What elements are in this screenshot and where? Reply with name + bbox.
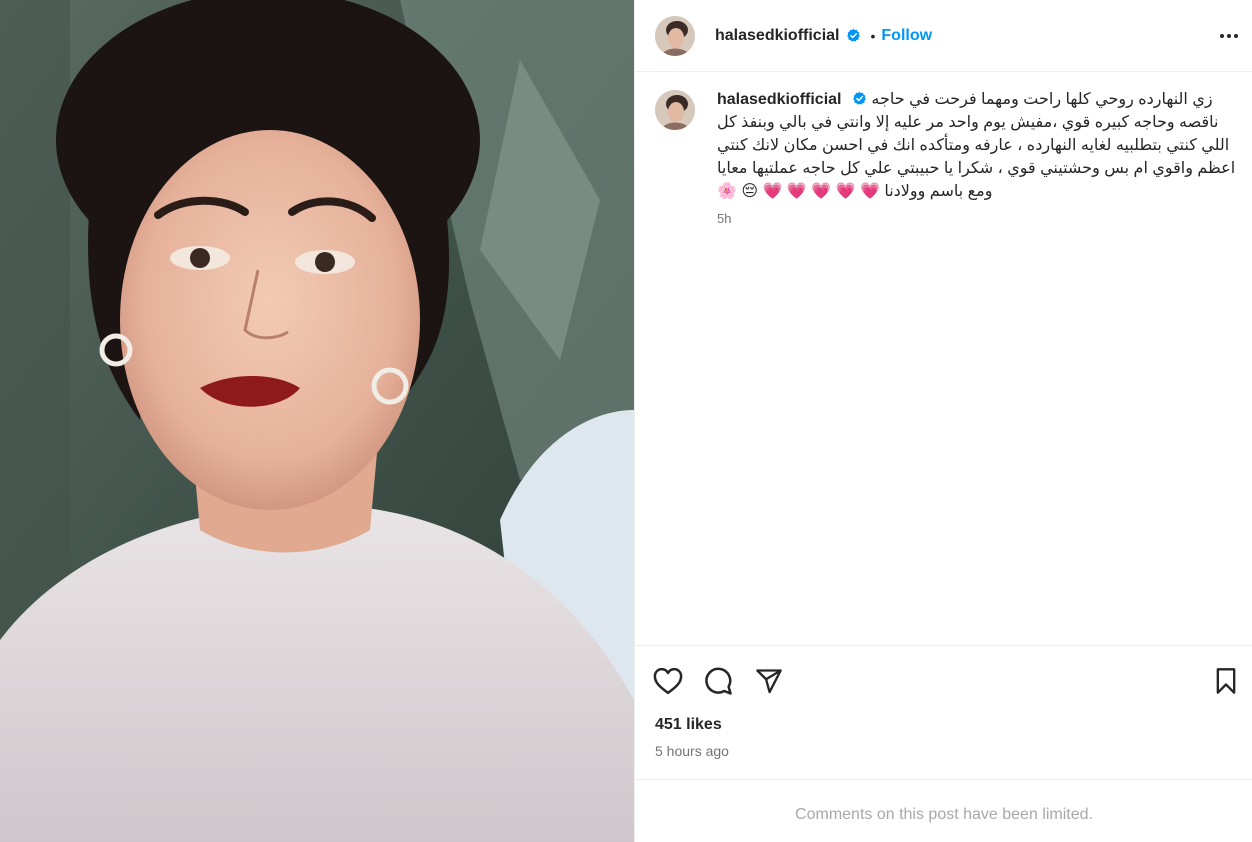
avatar-image: [655, 90, 695, 130]
follow-button[interactable]: Follow: [881, 27, 932, 45]
comments-limited-notice: Comments on this post have been limited.: [795, 806, 1093, 823]
more-options-icon: [1220, 34, 1238, 38]
caption-text: halasedkiofficial زي النهارده روحي كلها …: [717, 88, 1237, 203]
instagram-post: halasedkiofficial • Follow halasedkioffi…: [0, 0, 1252, 842]
avatar[interactable]: [655, 15, 695, 56]
caption-body: halasedkiofficial زي النهارده روحي كلها …: [717, 88, 1237, 226]
verified-badge-icon: [853, 91, 866, 105]
avatar-image: [655, 15, 695, 56]
post-timestamp[interactable]: 5 hours ago: [655, 743, 729, 759]
post-sidebar: halasedkiofficial • Follow halasedkioffi…: [634, 0, 1252, 842]
caption-avatar[interactable]: [655, 90, 695, 130]
actions-section: 451 likes 5 hours ago: [635, 645, 1252, 780]
comment-icon: [705, 667, 732, 695]
heart-icon: [653, 667, 683, 695]
post-header: halasedkiofficial • Follow: [635, 0, 1252, 72]
share-button[interactable]: [752, 664, 786, 698]
separator-dot: •: [870, 27, 876, 44]
likes-count[interactable]: 451 likes: [655, 716, 722, 734]
bookmark-icon: [1216, 668, 1236, 694]
username-link[interactable]: halasedkiofficial: [715, 27, 840, 45]
caption: halasedkiofficial زي النهارده روحي كلها …: [655, 88, 1235, 226]
save-button[interactable]: [1209, 664, 1243, 698]
share-icon: [756, 669, 782, 694]
comment-button[interactable]: [701, 664, 735, 698]
more-options-button[interactable]: [1213, 20, 1245, 52]
post-image[interactable]: [0, 0, 634, 842]
caption-timestamp[interactable]: 5h: [717, 211, 1237, 226]
caption-username[interactable]: halasedkiofficial: [717, 91, 842, 108]
portrait-photo: [0, 0, 634, 842]
verified-badge-icon: [846, 28, 860, 42]
like-button[interactable]: [651, 664, 685, 698]
